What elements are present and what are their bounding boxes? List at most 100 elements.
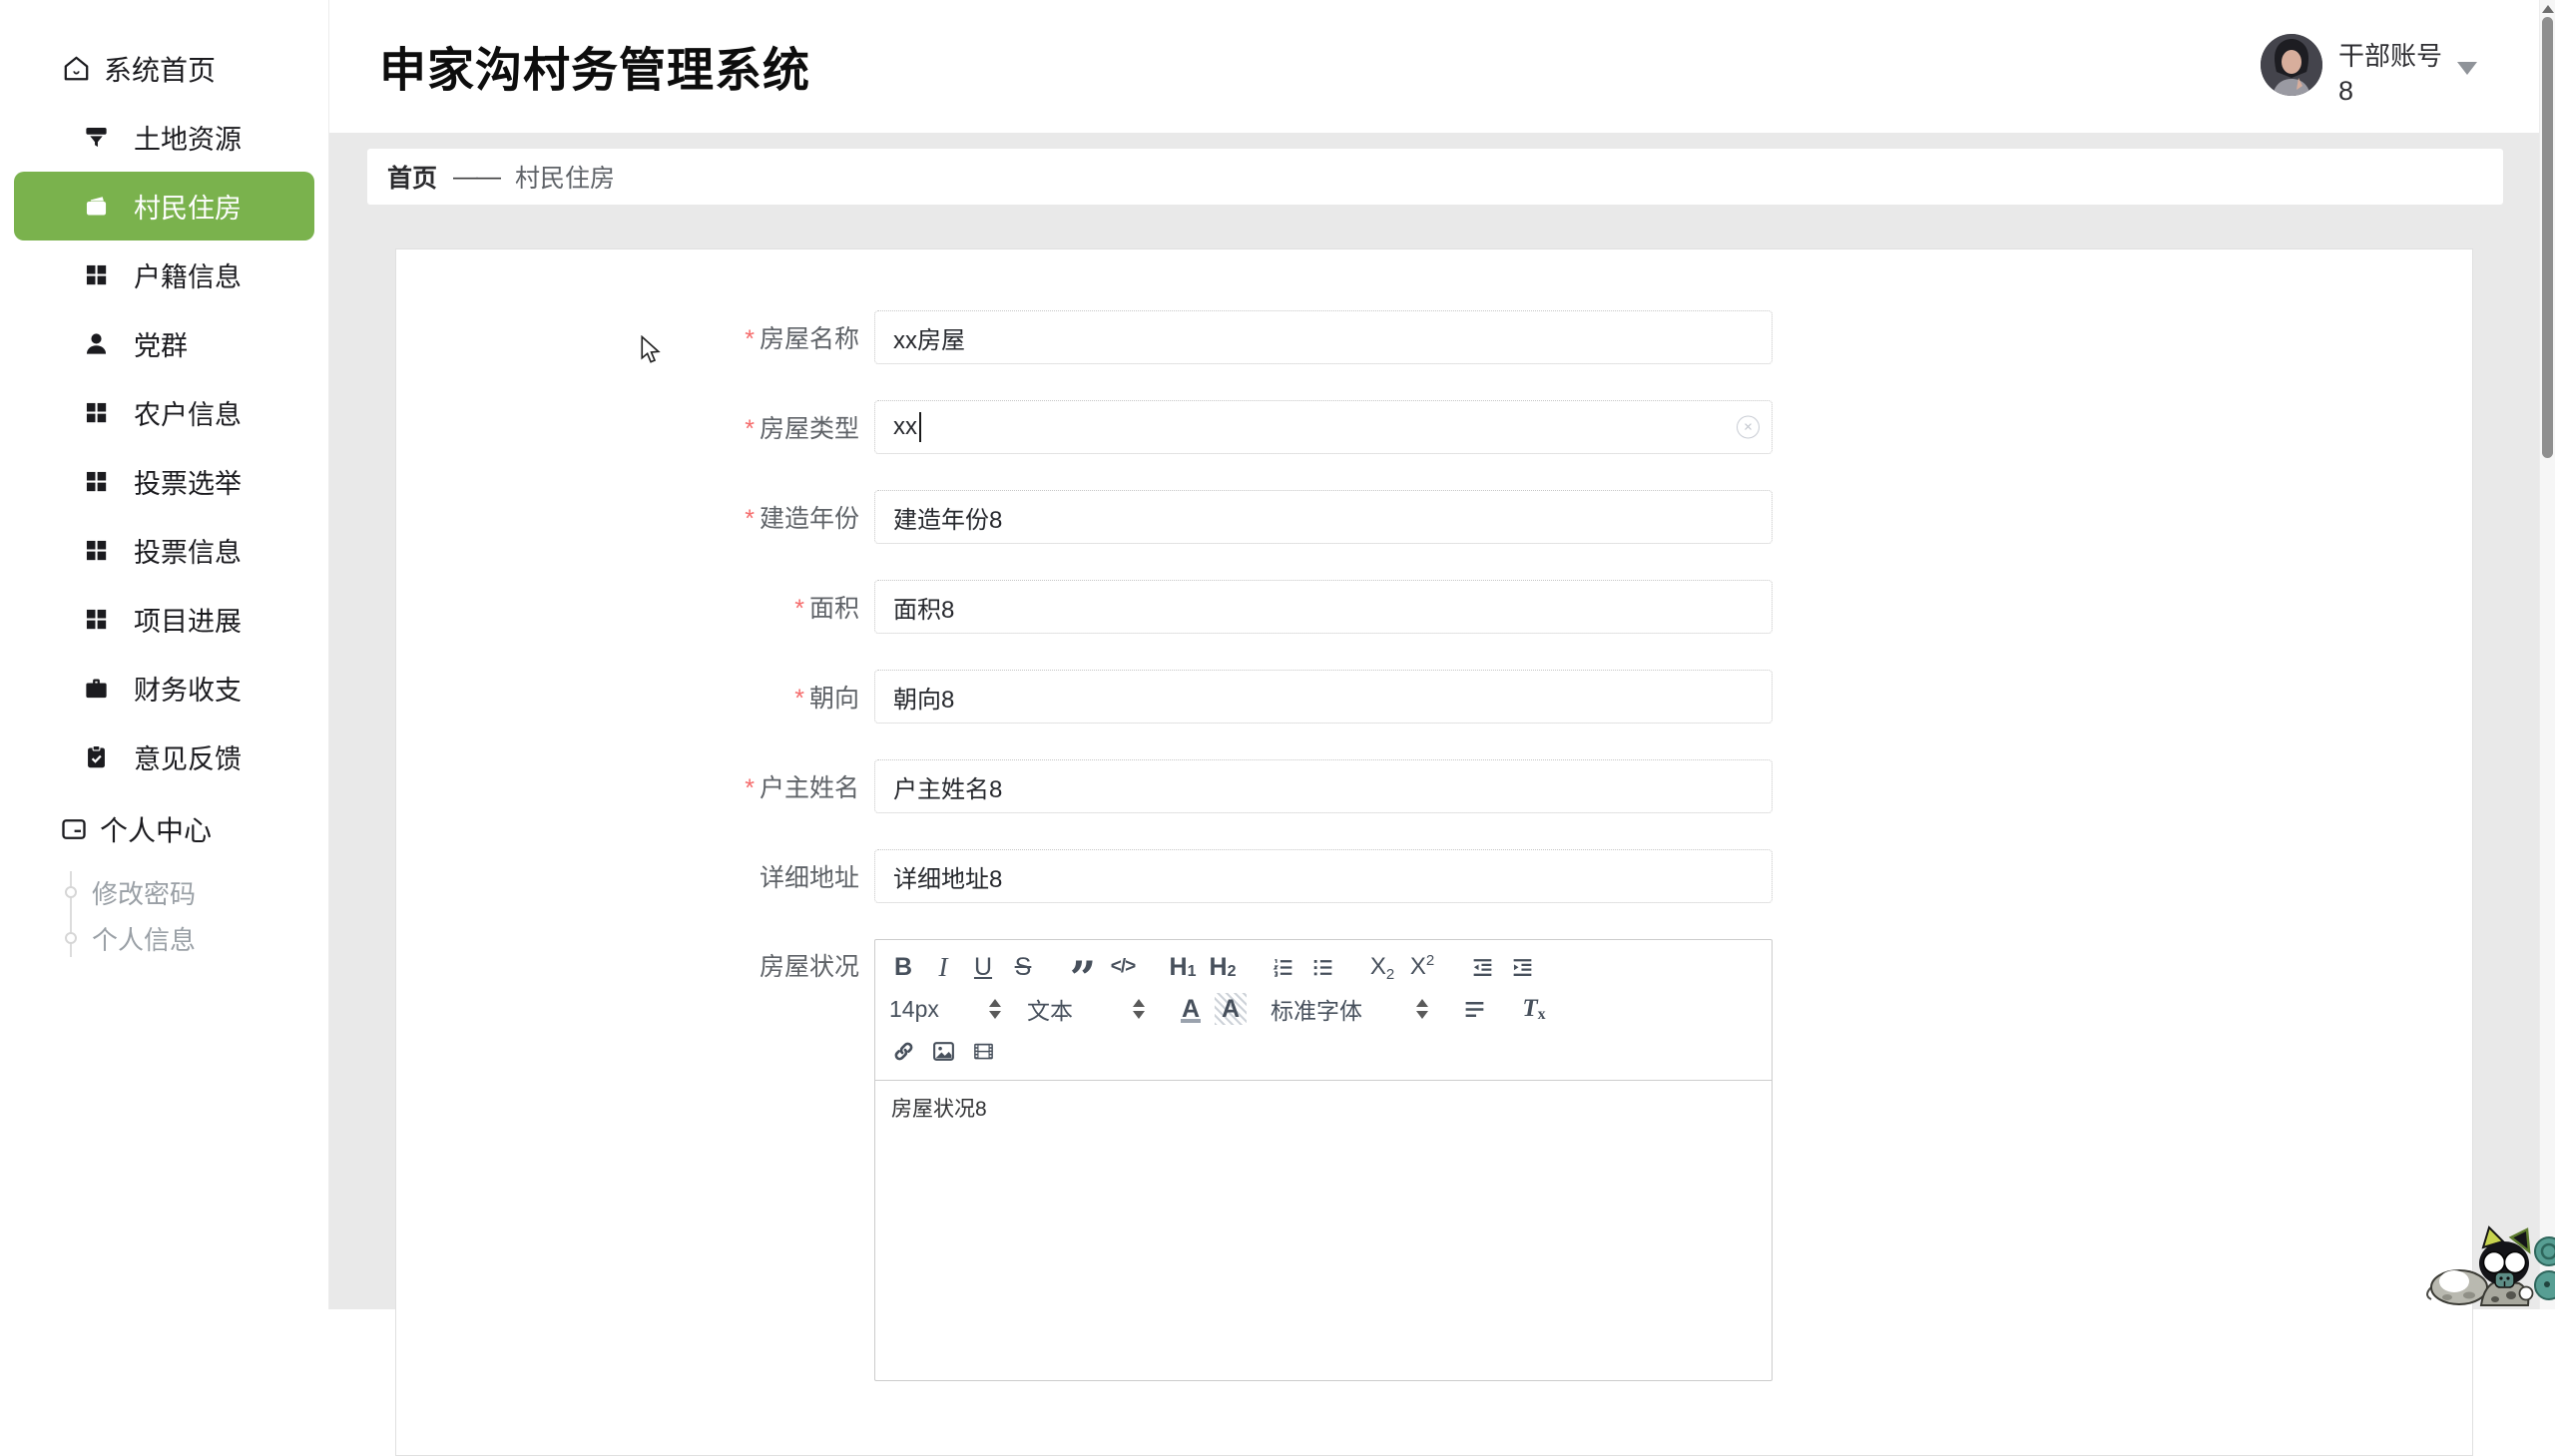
clear-format-button[interactable]: Tx [1514,990,1554,1028]
sidebar-item-label: 系统首页 [104,49,216,89]
video-button[interactable] [963,1032,1003,1070]
clear-icon[interactable]: × [1737,416,1760,439]
sidebar-item-personal-info[interactable]: 个人信息 [0,915,328,961]
underline-button[interactable]: U [963,948,1003,986]
required-asterisk: * [745,415,755,443]
header-2-button[interactable]: H2 [1203,948,1243,986]
scroll-up-icon[interactable] [2542,5,2554,13]
sidebar-item-vote-election[interactable]: 投票选举 [0,447,328,516]
field-label: *户主姓名 [396,768,874,804]
font-size-picker[interactable]: 14px [889,990,1001,1028]
sidebar-item-label: 个人中心 [100,809,212,849]
grid-icon [82,537,110,565]
input-value: 面积8 [893,590,954,625]
sidebar-item-label: 投票信息 [134,531,242,570]
input-value: 朝向8 [893,680,954,715]
owner-name-input[interactable]: 户主姓名8 [874,759,1773,813]
grid-icon [82,399,110,427]
breadcrumb-home[interactable]: 首页 [387,159,437,195]
outdent-button[interactable] [1462,948,1502,986]
build-year-input[interactable]: 建造年份8 [874,490,1773,544]
sidebar-item-party-groups[interactable]: 党群 [0,309,328,378]
home-icon [62,55,90,83]
area-input[interactable]: 面积8 [874,580,1773,634]
required-asterisk: * [745,325,755,353]
sidebar-item-villager-housing[interactable]: 村民住房 [14,172,314,241]
field-label: *房屋类型 [396,409,874,445]
sidebar-item-label: 意见反馈 [134,737,242,776]
italic-button[interactable]: I [923,948,963,986]
background-color-button[interactable]: A [1211,990,1251,1028]
sidebar-item-vote-info[interactable]: 投票信息 [0,516,328,585]
wallet-icon [82,193,110,221]
user-menu[interactable]: 干部账号 8 [2261,32,2530,112]
orientation-input[interactable]: 朝向8 [874,670,1773,724]
user-role: 干部账号 [2338,36,2442,73]
align-button[interactable] [1454,990,1494,1028]
input-value: 建造年份8 [893,500,1002,535]
sidebar-item-project-progress[interactable]: 项目进展 [0,585,328,654]
field-label: *朝向 [396,679,874,715]
breadcrumb-separator: —— [453,163,499,192]
sidebar-item-label: 项目进展 [134,600,242,639]
pet-button-icon [2535,1237,2555,1265]
superscript-button[interactable]: X2 [1402,948,1442,986]
house-name-input[interactable]: xx房屋 [874,310,1773,364]
input-value: 户主姓名8 [893,769,1002,804]
image-button[interactable] [923,1032,963,1070]
editor-content[interactable]: 房屋状况8 [875,1081,1772,1380]
sidebar-item-change-password[interactable]: 修改密码 [0,869,328,915]
sidebar-submenu: 修改密码个人信息 [0,869,328,961]
breadcrumb-current: 村民住房 [515,159,615,195]
house-type-input[interactable]: xx× [874,400,1773,454]
indent-button[interactable] [1502,948,1542,986]
link-button[interactable] [883,1032,923,1070]
sidebar-item-label: 土地资源 [134,118,242,157]
sidebar-item-household-registry[interactable]: 户籍信息 [0,241,328,309]
bullet-list-button[interactable] [1302,948,1342,986]
font-family-picker[interactable]: 标准字体 [1271,990,1428,1028]
sidebar-item-label: 财务收支 [134,669,242,708]
field-label: 详细地址 [396,858,874,894]
blockquote-button[interactable]: ” [1063,948,1103,986]
pet-widget[interactable] [2423,1221,2555,1309]
ordered-list-button[interactable] [1263,948,1302,986]
address-input[interactable]: 详细地址8 [874,849,1773,903]
avatar[interactable] [2261,34,2322,96]
page-title: 申家沟村务管理系统 [379,32,810,101]
code-block-button[interactable]: </> [1103,948,1143,986]
grid-icon [82,606,110,634]
content-card: *房屋名称xx房屋*房屋类型xx×*建造年份建造年份8*面积面积8*朝向朝向8*… [395,248,2473,1456]
stepper-arrows-icon [1133,999,1145,1019]
text-color-button[interactable]: A [1171,990,1211,1028]
briefcase-icon [82,675,110,703]
sidebar-item-feedback[interactable]: 意见反馈 [0,723,328,791]
clipboard-icon [82,743,110,771]
sidebar-item-label: 村民住房 [134,187,242,226]
card-icon [60,815,88,843]
user-name: 8 [2338,76,2353,107]
text-caret [919,412,921,442]
stepper-arrows-icon [989,999,1001,1019]
header-1-button[interactable]: H1 [1163,948,1203,986]
scrollbar[interactable] [2539,0,2555,1309]
scrollbar-thumb[interactable] [2542,17,2553,458]
required-asterisk: * [794,595,804,623]
bold-button[interactable]: B [883,948,923,986]
chevron-down-icon[interactable] [2457,62,2477,75]
sidebar-item-home[interactable]: 系统首页 [0,34,328,103]
text-style-picker[interactable]: 文本 [1027,990,1145,1028]
required-asterisk: * [745,774,755,802]
sidebar-item-land-resources[interactable]: 土地资源 [0,103,328,172]
sidebar-nav: 系统首页土地资源村民住房户籍信息党群农户信息投票选举投票信息项目进展财务收支意见… [0,34,328,791]
strikethrough-button[interactable]: S [1003,948,1043,986]
funnel-icon [82,124,110,152]
subscript-button[interactable]: X2 [1362,948,1402,986]
form-row: *面积面积8 [396,580,2472,634]
form-row: *户主姓名户主姓名8 [396,759,2472,813]
sidebar-item-finance[interactable]: 财务收支 [0,654,328,723]
sidebar-item-farmer-info[interactable]: 农户信息 [0,378,328,447]
sidebar-item-profile-center[interactable]: 个人中心 [0,797,328,861]
user-icon [82,330,110,358]
field-label: *面积 [396,589,874,625]
